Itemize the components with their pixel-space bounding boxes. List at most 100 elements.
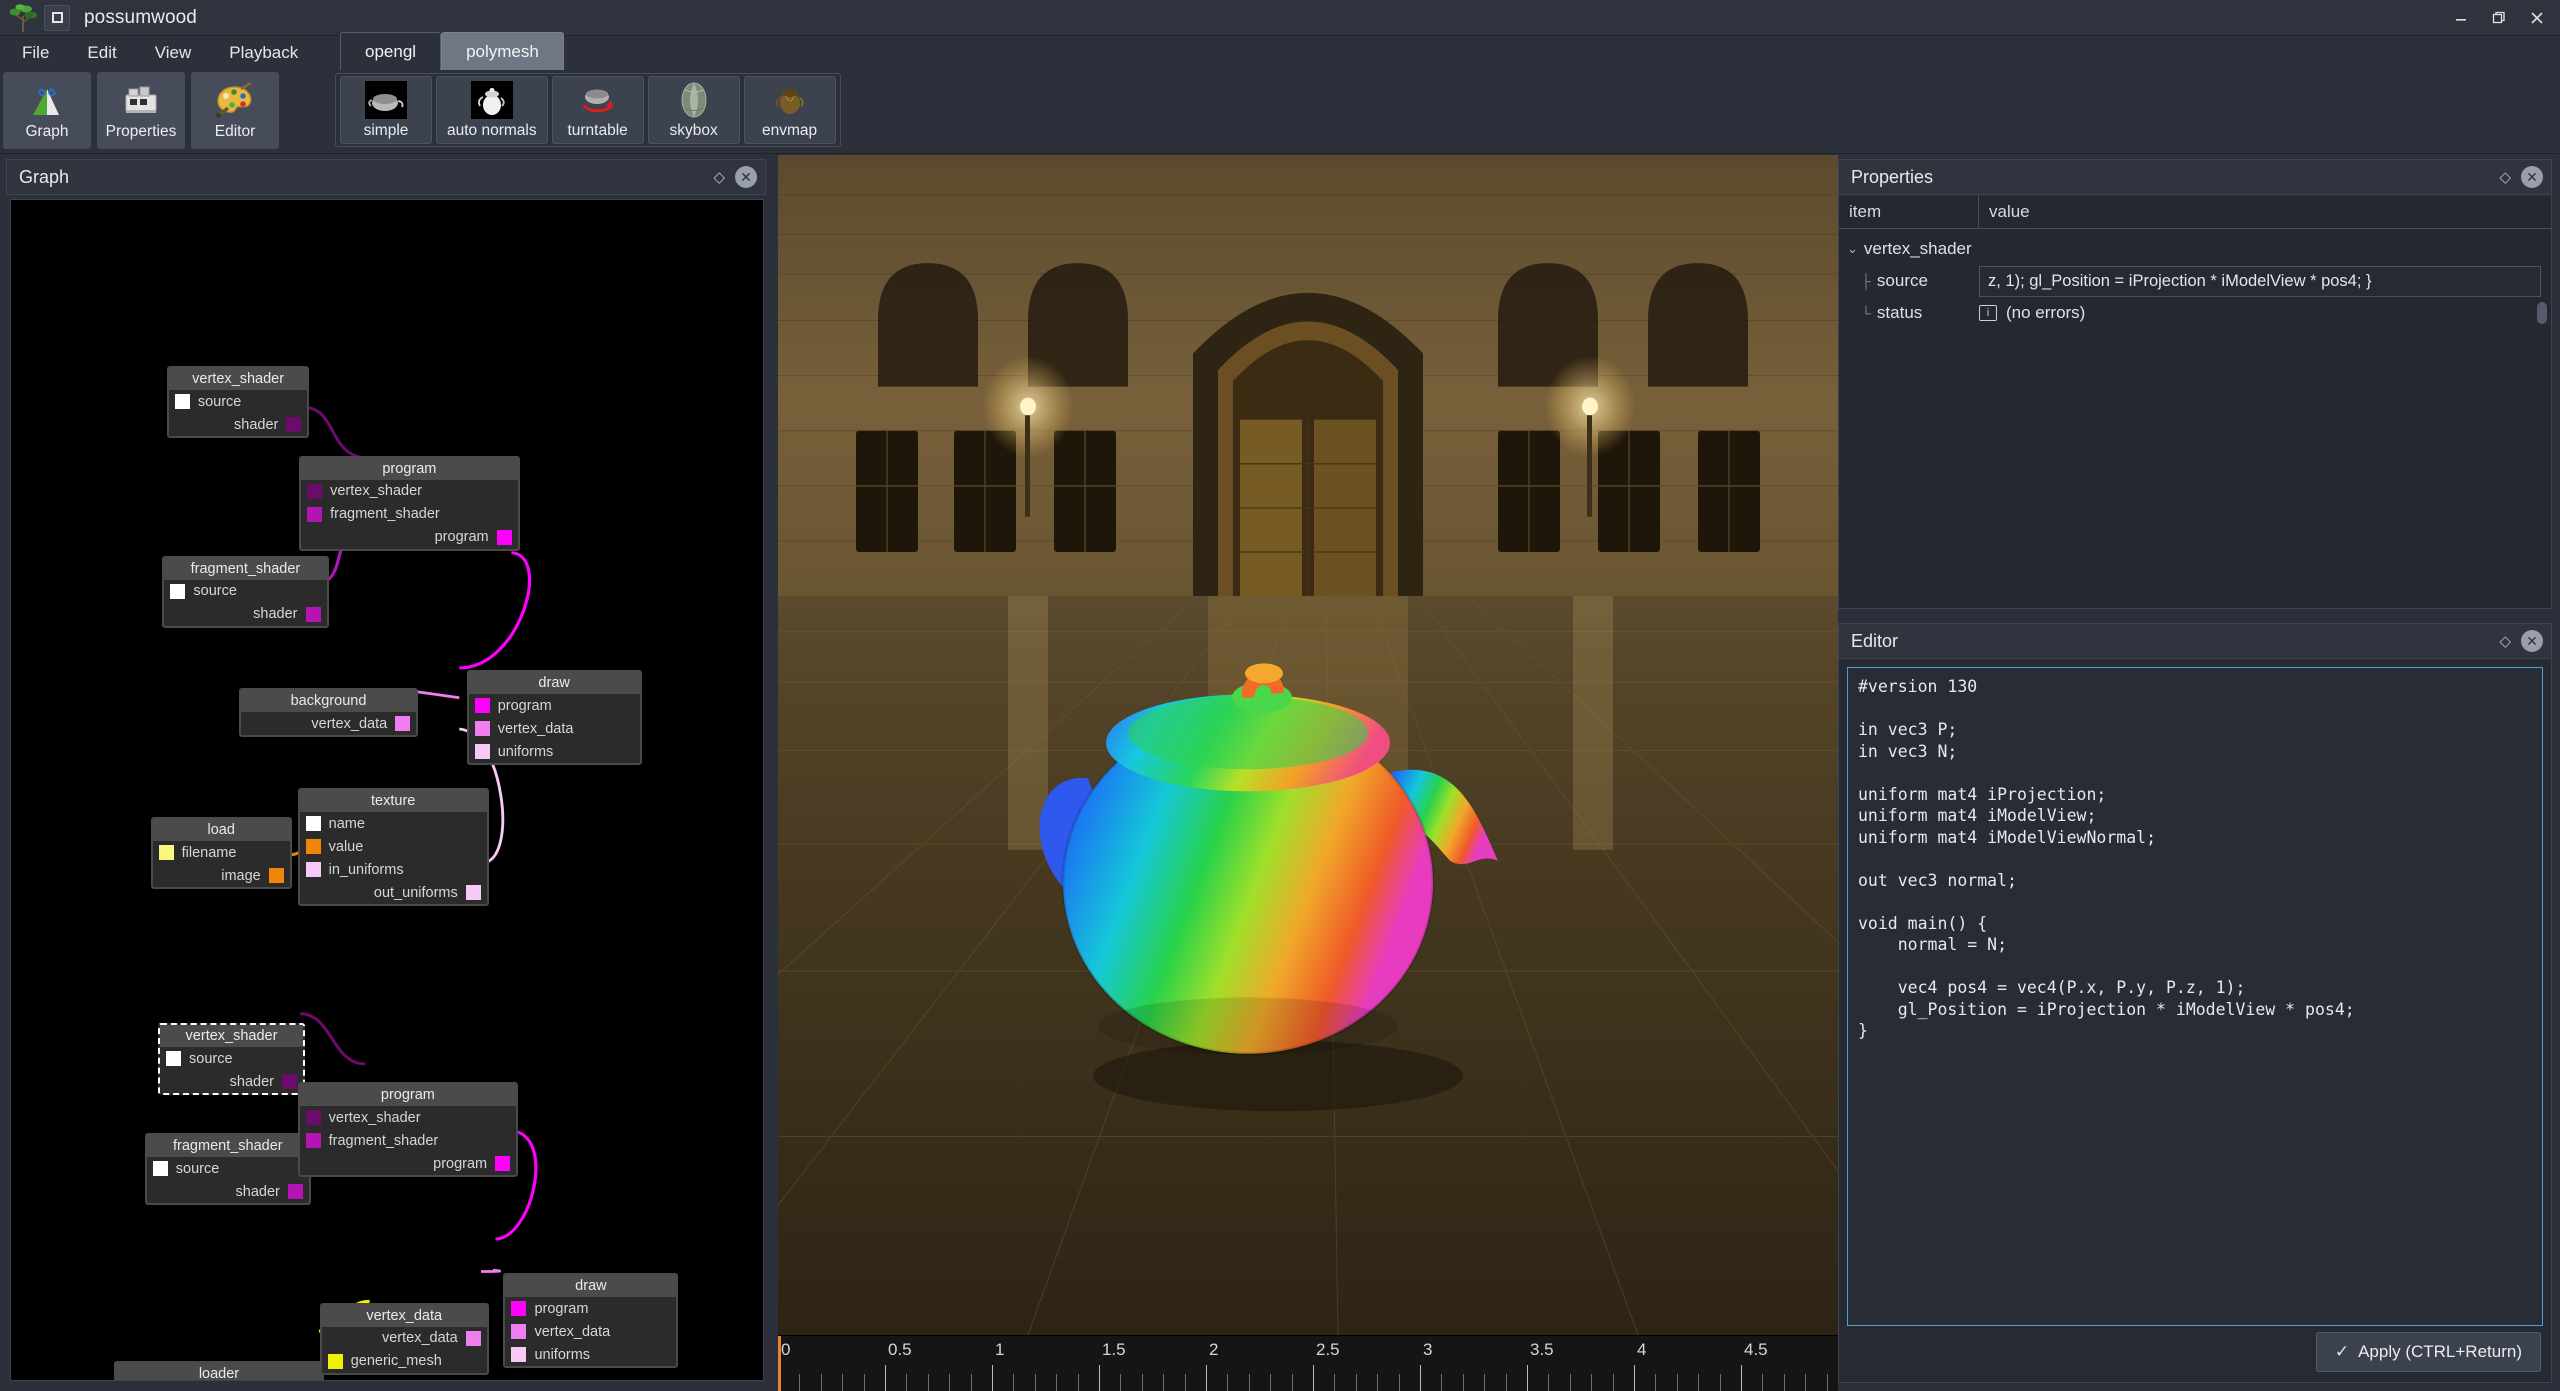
graph-port-row[interactable]: shader <box>169 413 308 436</box>
port-uniforms[interactable] <box>474 744 490 760</box>
port-fragment_shader[interactable] <box>307 506 323 522</box>
graph-node-program[interactable]: program vertex_shader fragment_shader progr… <box>299 455 520 551</box>
port-vertex_data[interactable] <box>395 716 411 732</box>
graph-node-draw[interactable]: draw program vertex_data uniforms <box>466 670 642 766</box>
graph-toolbar-button[interactable]: Graph <box>3 72 91 149</box>
graph-node-program[interactable]: program vertex_shader fragment_shader progr… <box>297 1082 519 1177</box>
preset-skybox-button[interactable]: skybox <box>647 76 740 144</box>
graph-node-vertex_data[interactable]: vertex_data vertex_data generic_mesh <box>319 1302 489 1375</box>
graph-port-row[interactable]: vertex_shader <box>301 480 518 503</box>
properties-scrollbar-thumb[interactable] <box>2537 302 2547 324</box>
port-image[interactable] <box>268 868 284 884</box>
port-vertex_data[interactable] <box>511 1324 527 1340</box>
graph-port-row[interactable]: out_uniforms <box>300 881 487 904</box>
port-program[interactable] <box>474 698 490 714</box>
graph-node-background[interactable]: background vertex_data <box>238 688 419 738</box>
viewport-3d[interactable] <box>778 155 1838 1335</box>
properties-root-row[interactable]: ⌄ vertex_shader <box>1839 233 2551 265</box>
apply-button[interactable]: ✓ Apply (CTRL+Return) <box>2315 1332 2541 1372</box>
close-button[interactable] <box>2518 3 2556 33</box>
pin-diamond-icon[interactable]: ◇ <box>713 168 725 186</box>
graph-port-row[interactable]: vertex_data <box>322 1327 487 1350</box>
graph-port-row[interactable]: program <box>301 526 518 549</box>
graph-node-vertex_shader[interactable]: vertex_shader source shader <box>166 366 310 439</box>
graph-port-row[interactable]: vertex_data <box>469 717 640 740</box>
timeline-ruler[interactable]: 0 0.5 1 1.5 2 2.5 3 3.5 4 4.5 <box>778 1335 1838 1391</box>
close-icon[interactable]: ✕ <box>735 166 757 188</box>
port-shader[interactable] <box>286 417 302 433</box>
port-vertex_data[interactable] <box>474 721 490 737</box>
graph-node-fragment_shader[interactable]: fragment_shader source shader <box>144 1133 311 1206</box>
graph-node-loader[interactable]: loaderfilenamegeneric_polymesh <box>113 1361 325 1380</box>
timeline-playhead[interactable] <box>778 1336 781 1391</box>
graph-port-row[interactable]: fragment_shader <box>301 503 518 526</box>
preset-envmap-button[interactable]: envmap <box>743 76 836 144</box>
port-vertex_data[interactable] <box>465 1330 481 1346</box>
preset-auto-normals-button[interactable]: auto normals <box>436 76 548 144</box>
graph-port-row[interactable]: uniforms <box>505 1343 676 1366</box>
graph-port-row[interactable]: filename <box>153 841 290 864</box>
shader-code-editor[interactable]: #version 130 in vec3 P; in vec3 N; unifo… <box>1847 667 2543 1326</box>
preset-turntable-button[interactable]: turntable <box>551 76 644 144</box>
properties-toolbar-button[interactable]: Properties <box>97 72 185 149</box>
port-filename[interactable] <box>158 845 174 861</box>
graph-port-row[interactable]: name <box>300 812 487 835</box>
port-fragment_shader[interactable] <box>305 1133 321 1148</box>
graph-port-row[interactable]: program <box>469 694 640 717</box>
close-icon[interactable]: ✕ <box>2521 166 2543 188</box>
graph-port-row[interactable]: shader <box>160 1070 303 1093</box>
graph-port-row[interactable]: uniforms <box>469 740 640 763</box>
graph-node-fragment_shader[interactable]: fragment_shader source shader <box>162 555 329 628</box>
port-vertex_shader[interactable] <box>305 1110 321 1125</box>
port-generic_mesh[interactable] <box>327 1353 343 1369</box>
port-source[interactable] <box>170 583 186 599</box>
graph-node-texture[interactable]: texture name value in_uniforms out_uniforms <box>297 788 489 906</box>
graph-port-row[interactable]: in_uniforms <box>300 858 487 881</box>
graph-port-row[interactable]: source <box>169 390 308 413</box>
menu-playback[interactable]: Playback <box>213 39 314 67</box>
graph-node-vertex_shader[interactable]: vertex_shader source shader <box>158 1023 305 1096</box>
port-out_uniforms[interactable] <box>465 885 481 900</box>
menu-view[interactable]: View <box>139 39 208 67</box>
maximize-button[interactable] <box>2480 3 2518 33</box>
tab-opengl[interactable]: opengl <box>340 32 442 70</box>
property-row-status[interactable]: └ status i (no errors) <box>1839 297 2551 329</box>
graph-port-row[interactable]: image <box>153 864 290 887</box>
port-shader[interactable] <box>287 1184 303 1200</box>
graph-node-load[interactable]: load filename image <box>150 817 292 890</box>
port-program[interactable] <box>495 1156 511 1171</box>
graph-port-row[interactable]: value <box>300 835 487 858</box>
source-value-input[interactable]: z, 1); gl_Position = iProjection * iMode… <box>1979 265 2541 297</box>
graph-port-row[interactable]: vertex_data <box>241 712 416 735</box>
editor-toolbar-button[interactable]: Editor <box>191 72 279 149</box>
graph-port-row[interactable]: program <box>300 1152 517 1175</box>
graph-port-row[interactable]: vertex_shader <box>300 1106 517 1129</box>
graph-port-row[interactable]: shader <box>147 1180 309 1203</box>
port-source[interactable] <box>174 394 190 410</box>
graph-port-row[interactable]: source <box>160 1047 303 1070</box>
menu-edit[interactable]: Edit <box>71 39 132 67</box>
graph-port-row[interactable]: fragment_shader <box>300 1129 517 1152</box>
graph-port-row[interactable]: program <box>505 1297 676 1320</box>
port-shader[interactable] <box>282 1074 297 1090</box>
chevron-down-icon[interactable]: ⌄ <box>1847 241 1858 257</box>
port-shader[interactable] <box>305 606 321 622</box>
preset-simple-button[interactable]: simple <box>340 76 432 144</box>
graph-port-row[interactable]: vertex_data <box>505 1320 676 1343</box>
graph-canvas[interactable]: vertex_shader source shader fragment_shader… <box>10 199 764 1381</box>
graph-port-row[interactable]: source <box>147 1157 309 1180</box>
graph-node-draw[interactable]: draw program vertex_data uniforms <box>503 1273 679 1369</box>
graph-port-row[interactable]: generic_mesh <box>322 1350 487 1373</box>
minimize-button[interactable] <box>2442 3 2480 33</box>
port-value[interactable] <box>305 839 321 854</box>
menu-file[interactable]: File <box>6 39 65 67</box>
port-name[interactable] <box>305 816 321 831</box>
port-source[interactable] <box>166 1051 181 1067</box>
port-source[interactable] <box>152 1161 168 1177</box>
close-icon[interactable]: ✕ <box>2521 630 2543 652</box>
property-row-source[interactable]: ├ source z, 1); gl_Position = iProjectio… <box>1839 265 2551 297</box>
port-uniforms[interactable] <box>511 1347 527 1363</box>
port-program[interactable] <box>511 1301 527 1317</box>
pin-diamond-icon[interactable]: ◇ <box>2499 168 2511 186</box>
graph-port-row[interactable]: source <box>164 580 326 603</box>
